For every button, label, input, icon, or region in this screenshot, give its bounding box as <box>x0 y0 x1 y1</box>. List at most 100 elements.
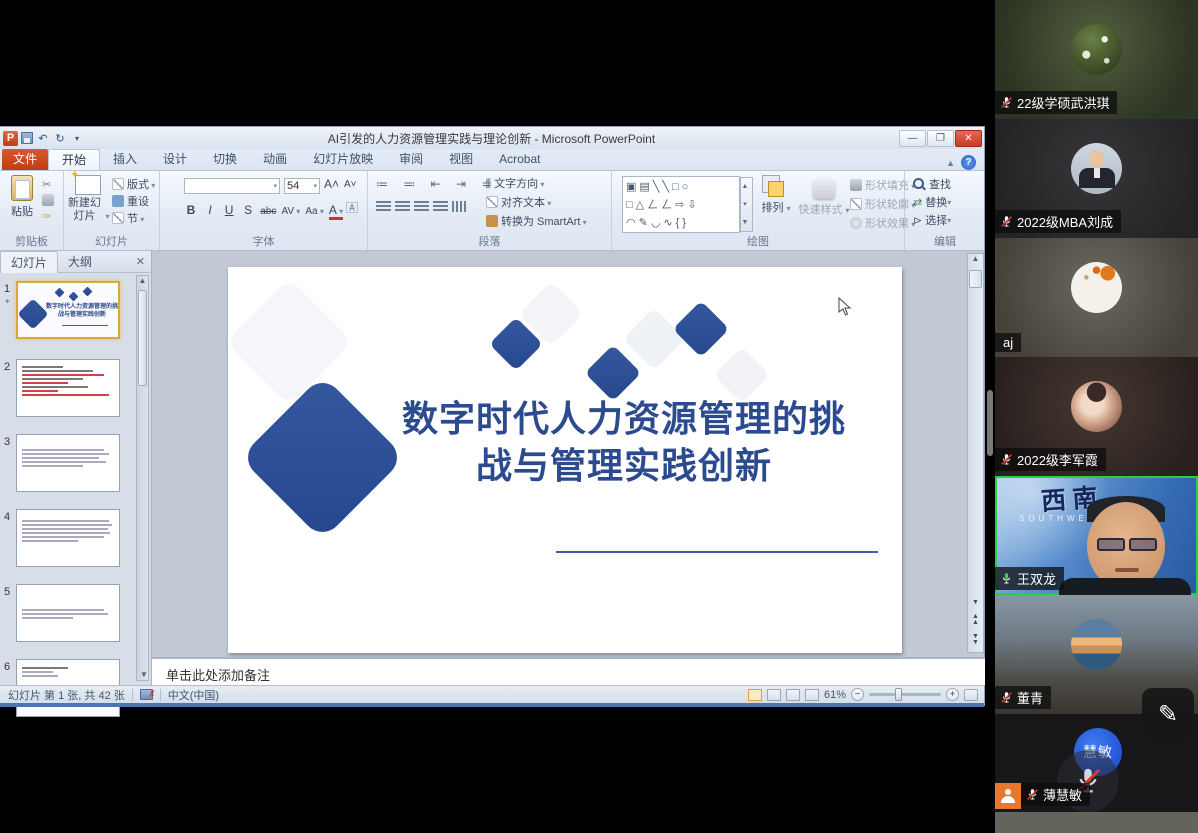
slide-title[interactable]: 数字时代人力资源管理的挑 战与管理实践创新 <box>344 395 902 489</box>
bold-button[interactable]: B <box>184 203 198 217</box>
font-size-combo[interactable]: 54▾ <box>284 178 320 194</box>
title-bar[interactable]: P ↶ ↻ ▾ AI引发的人力资源管理实践与理论创新 - Microsoft P… <box>0 127 984 149</box>
clear-format-icon[interactable]: 🄰 <box>346 199 358 216</box>
tab-design[interactable]: 设计 <box>150 149 200 170</box>
zoom-slider-thumb[interactable] <box>895 688 902 701</box>
underline-button[interactable]: U <box>222 203 236 217</box>
scrollbar-thumb[interactable] <box>969 270 982 288</box>
view-sorter-button[interactable] <box>767 689 781 701</box>
participant-tile[interactable]: 2022级MBA刘成 <box>995 119 1198 238</box>
help-icon[interactable]: ? <box>961 155 976 170</box>
slide-thumbnail-3[interactable] <box>16 434 120 492</box>
tab-slideshow[interactable]: 幻灯片放映 <box>300 149 386 170</box>
view-reading-button[interactable] <box>786 689 800 701</box>
grow-font-icon[interactable]: A˄ <box>324 177 339 191</box>
shapes-gallery[interactable]: ▣▤╲╲□○ □△ㄥㄥ⇨⇩ ◠✎◡∿{} ▲▾▼ <box>622 176 740 233</box>
fit-window-button[interactable] <box>964 689 978 701</box>
screen-scrollbar[interactable] <box>987 390 993 456</box>
tab-transitions[interactable]: 切换 <box>200 149 250 170</box>
slide-number: 6 <box>4 661 10 673</box>
participant-tile[interactable]: 2022级李军霞 <box>995 357 1198 476</box>
columns-icon[interactable] <box>452 201 467 212</box>
tab-acrobat[interactable]: Acrobat <box>486 149 553 170</box>
save-icon[interactable] <box>21 132 33 144</box>
annotation-pen-button[interactable]: ✎ <box>1142 688 1194 740</box>
reset-button[interactable]: 重设 <box>112 194 155 211</box>
avatar <box>1071 381 1122 432</box>
list-indent-icons[interactable]: ≔ ≕ ⇤ ⇥ ≑ <box>376 177 498 191</box>
char-spacing-button[interactable]: AV <box>281 206 300 217</box>
close-panel-icon[interactable]: ✕ <box>136 255 151 268</box>
paste-button[interactable]: 粘贴 <box>4 173 40 219</box>
strikethrough-button[interactable]: abc <box>260 206 276 217</box>
spell-check-icon[interactable] <box>140 689 153 700</box>
replace-button[interactable]: ⇄替换 <box>905 193 985 211</box>
slide-thumbnail-5[interactable] <box>16 584 120 642</box>
alignment-icons[interactable] <box>376 201 471 215</box>
cut-icon[interactable]: ✂ <box>42 177 54 193</box>
powerpoint-logo-icon[interactable]: P <box>3 131 18 146</box>
thumbnails-scrollbar[interactable]: ▲▼ <box>136 275 149 681</box>
change-case-button[interactable]: Aa <box>305 206 323 217</box>
format-painter-icon[interactable]: ✑ <box>42 209 54 225</box>
section-button[interactable]: 节 <box>112 211 155 228</box>
undo-icon[interactable]: ↶ <box>36 132 50 145</box>
align-center-icon[interactable] <box>395 201 410 212</box>
zoom-in-button[interactable]: + <box>946 688 959 701</box>
participant-tile[interactable]: 22级学硕武洪琪 <box>995 0 1198 119</box>
arrange-button[interactable]: 排列 <box>758 181 794 215</box>
tab-review[interactable]: 审阅 <box>386 149 436 170</box>
zoom-slider[interactable] <box>869 693 941 696</box>
slides-tab[interactable]: 幻灯片 <box>0 251 58 273</box>
next-slide-button[interactable]: ▼▼ <box>968 634 983 646</box>
scroll-down-icon[interactable]: ▼ <box>968 600 983 606</box>
slide-canvas[interactable]: 数字时代人力资源管理的挑 战与管理实践创新 <box>228 267 902 653</box>
close-button[interactable]: ✕ <box>955 130 982 147</box>
new-slide-button[interactable]: 新建幻灯片 <box>66 173 110 223</box>
layout-button[interactable]: 版式 <box>112 177 155 194</box>
zoom-out-button[interactable]: − <box>851 688 864 701</box>
language-label[interactable]: 中文(中国) <box>168 687 219 703</box>
find-button[interactable]: 查找 <box>905 175 985 193</box>
previous-slide-button[interactable]: ▲▲ <box>968 614 983 626</box>
font-name-combo[interactable]: ▾ <box>184 178 280 194</box>
copy-icon[interactable] <box>42 194 54 206</box>
slide-thumbnail-4[interactable] <box>16 509 120 567</box>
select-button[interactable]: ⊳选择 <box>905 211 985 229</box>
justify-icon[interactable] <box>433 201 448 212</box>
font-color-button[interactable]: A <box>329 203 343 220</box>
scrollbar-thumb[interactable] <box>138 290 147 386</box>
quick-styles-button[interactable]: 快速样式 <box>796 179 852 217</box>
participant-tile[interactable]: aj <box>995 238 1198 357</box>
smartart-button[interactable]: 转换为 SmartArt <box>486 213 587 232</box>
tab-animations[interactable]: 动画 <box>250 149 300 170</box>
view-normal-button[interactable] <box>748 689 762 701</box>
participant-tile-speaking[interactable]: 西 南 SOUTHWEST 王双龙 <box>995 476 1198 595</box>
shrink-font-icon[interactable]: A˅ <box>344 179 357 190</box>
align-left-icon[interactable] <box>376 201 391 212</box>
tab-home[interactable]: 开始 <box>48 149 100 170</box>
slide-thumbnail-1[interactable]: 数字时代人力资源管理的挑战与管理实践创新 <box>16 281 120 339</box>
shadow-button[interactable]: S <box>241 203 255 217</box>
view-slideshow-button[interactable] <box>805 689 819 701</box>
minimize-button[interactable]: — <box>899 130 926 147</box>
scroll-down-icon[interactable]: ▼ <box>140 670 148 679</box>
zoom-level[interactable]: 61% <box>824 689 846 701</box>
collapse-ribbon-icon[interactable]: ▲ <box>946 158 955 168</box>
shapes-scroll[interactable]: ▲▾▼ <box>740 177 753 232</box>
tab-insert[interactable]: 插入 <box>100 149 150 170</box>
text-direction-button[interactable]: ⫼ 文字方向 <box>486 175 587 194</box>
italic-button[interactable]: I <box>203 203 217 217</box>
qat-dropdown-icon[interactable]: ▾ <box>70 134 84 143</box>
tab-file[interactable]: 文件 <box>2 149 48 170</box>
redo-icon[interactable]: ↻ <box>53 132 67 145</box>
speaker-video <box>1097 538 1157 551</box>
vertical-scrollbar[interactable]: ▲ ▼ ▲▲ ▼▼ <box>967 253 984 653</box>
tab-view[interactable]: 视图 <box>436 149 486 170</box>
align-right-icon[interactable] <box>414 201 429 212</box>
restore-button[interactable]: ❐ <box>927 130 954 147</box>
align-text-button[interactable]: 对齐文本 <box>486 194 587 213</box>
outline-tab[interactable]: 大纲 <box>58 251 102 272</box>
slide-thumbnail-2[interactable] <box>16 359 120 417</box>
notes-pane[interactable]: 单击此处添加备注 <box>152 657 985 685</box>
